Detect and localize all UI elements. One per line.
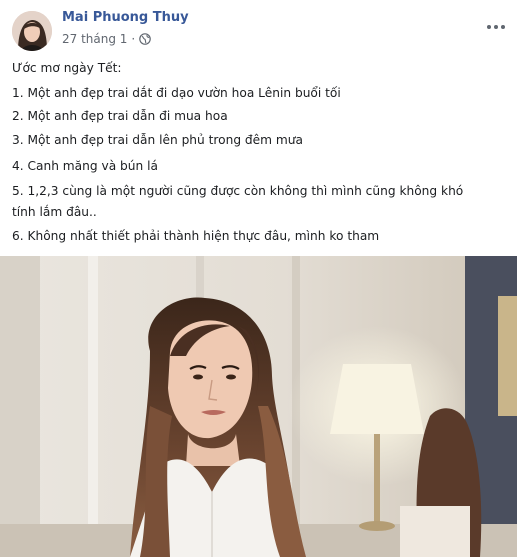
- post-photo[interactable]: [0, 256, 517, 557]
- more-horizontal-icon[interactable]: [486, 16, 506, 29]
- post-date[interactable]: 27 tháng 1: [62, 32, 127, 46]
- avatar[interactable]: [12, 11, 52, 51]
- profile-photo: [12, 11, 52, 51]
- post-text-line: 2. Một anh đẹp trai dẫn đi mua hoa: [12, 109, 228, 123]
- post-text-line: Ước mơ ngày Tết:: [12, 61, 122, 75]
- post-text-line: 6. Không nhất thiết phải thành hiện thực…: [12, 229, 380, 243]
- post-text-line: 3. Một anh đẹp trai dẫn lên phủ trong đê…: [12, 133, 303, 147]
- meta-separator: ·: [131, 32, 136, 46]
- post-text-line: 5. 1,2,3 cùng là một người cũng được còn…: [12, 184, 464, 198]
- globe-icon[interactable]: [139, 33, 152, 45]
- facebook-post: Mai Phuong Thuy 27 tháng 1 · Ước mơ ngày…: [0, 0, 517, 557]
- post-text-line: tính lắm đâu..: [12, 205, 97, 219]
- post-text-line: 1. Một anh đẹp trai dắt đi dạo vườn hoa …: [12, 86, 341, 100]
- post-text-line: 4. Canh măng và bún lá: [12, 159, 158, 173]
- author-name[interactable]: Mai Phuong Thuy: [62, 10, 189, 25]
- photo-illustration: [0, 256, 517, 557]
- post-meta: 27 tháng 1 ·: [62, 32, 152, 46]
